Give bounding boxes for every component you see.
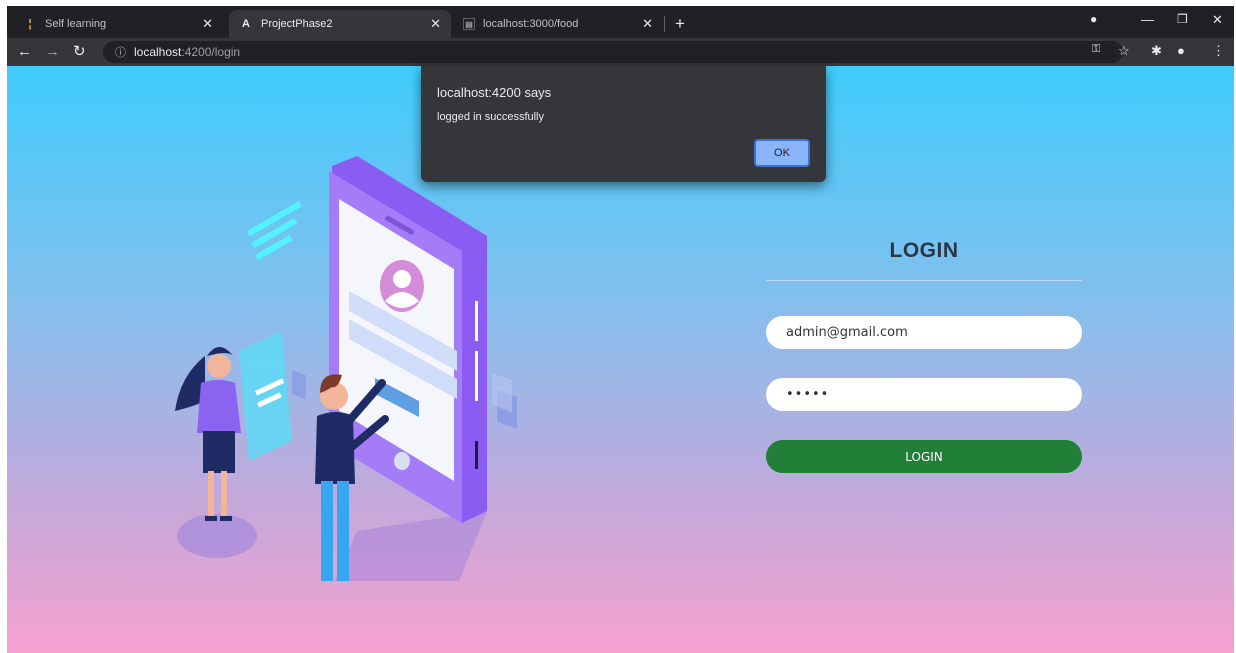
back-icon[interactable]: ←: [17, 42, 32, 62]
close-icon[interactable]: ✕: [642, 16, 653, 32]
info-icon[interactable]: ⓘ: [115, 44, 126, 60]
address-bar[interactable]: ⓘ localhost:4200/login: [103, 41, 1123, 63]
close-icon[interactable]: ✕: [430, 16, 441, 32]
email-input[interactable]: [766, 316, 1082, 349]
tab-localhost-food[interactable]: ▤ localhost:3000/food ✕: [453, 10, 663, 38]
key-icon[interactable]: ⚿: [1092, 43, 1100, 56]
restore-icon[interactable]: ❐: [1177, 12, 1188, 26]
tab-separator: [664, 16, 665, 32]
profile-avatar-illus: [380, 260, 424, 312]
password-input[interactable]: [766, 378, 1082, 411]
alert-dialog: localhost:4200 says logged in successful…: [421, 66, 826, 182]
extensions-icon[interactable]: ✱: [1151, 43, 1162, 59]
new-tab-button[interactable]: +: [675, 14, 685, 34]
tab-title: localhost:3000/food: [483, 18, 579, 30]
address-path: :4200/login: [181, 45, 241, 59]
login-illustration: [175, 156, 517, 581]
tab-self-learning[interactable]: ¦ Self learning ✕: [13, 10, 223, 38]
login-button[interactable]: LOGIN: [766, 440, 1082, 473]
self-learning-favicon: ¦: [28, 18, 32, 30]
dialog-message: logged in successfully: [437, 111, 545, 123]
close-icon[interactable]: ✕: [202, 16, 213, 32]
floating-card-right-2: [492, 372, 512, 413]
tab-strip: ¦ Self learning ✕ A ProjectPhase2 ✕ ▤ lo…: [7, 6, 1234, 38]
dialog-title: localhost:4200 says: [437, 85, 552, 100]
floating-lines-left: [247, 201, 302, 261]
address-host: localhost: [134, 45, 182, 59]
tab-projectphase2[interactable]: A ProjectPhase2 ✕: [229, 10, 451, 38]
tab-title: ProjectPhase2: [261, 18, 333, 30]
profile-icon[interactable]: ●: [1177, 43, 1185, 58]
profile-dropdown-icon[interactable]: ●: [1090, 12, 1097, 26]
login-title: LOGIN: [889, 239, 959, 262]
forward-icon[interactable]: →: [45, 42, 60, 62]
menu-icon[interactable]: ⋮: [1212, 43, 1225, 59]
tab-title: Self learning: [45, 18, 107, 30]
browser-chrome: ¦ Self learning ✕ A ProjectPhase2 ✕ ▤ lo…: [7, 6, 1234, 66]
browser-toolbar: ← → ↻ ⓘ localhost:4200/login ⚿ ☆ ✱ ● ⋮: [7, 38, 1234, 66]
page-favicon: ▤: [463, 18, 475, 30]
angular-favicon: A: [242, 18, 250, 30]
minimize-icon[interactable]: —: [1141, 12, 1154, 27]
star-icon[interactable]: ☆: [1118, 43, 1130, 59]
floating-card-left: [292, 370, 306, 400]
title-divider: [766, 280, 1082, 281]
window-close-icon[interactable]: ✕: [1212, 12, 1223, 28]
woman-figure: [175, 331, 292, 558]
ok-button[interactable]: OK: [754, 139, 810, 167]
reload-icon[interactable]: ↻: [73, 42, 86, 62]
